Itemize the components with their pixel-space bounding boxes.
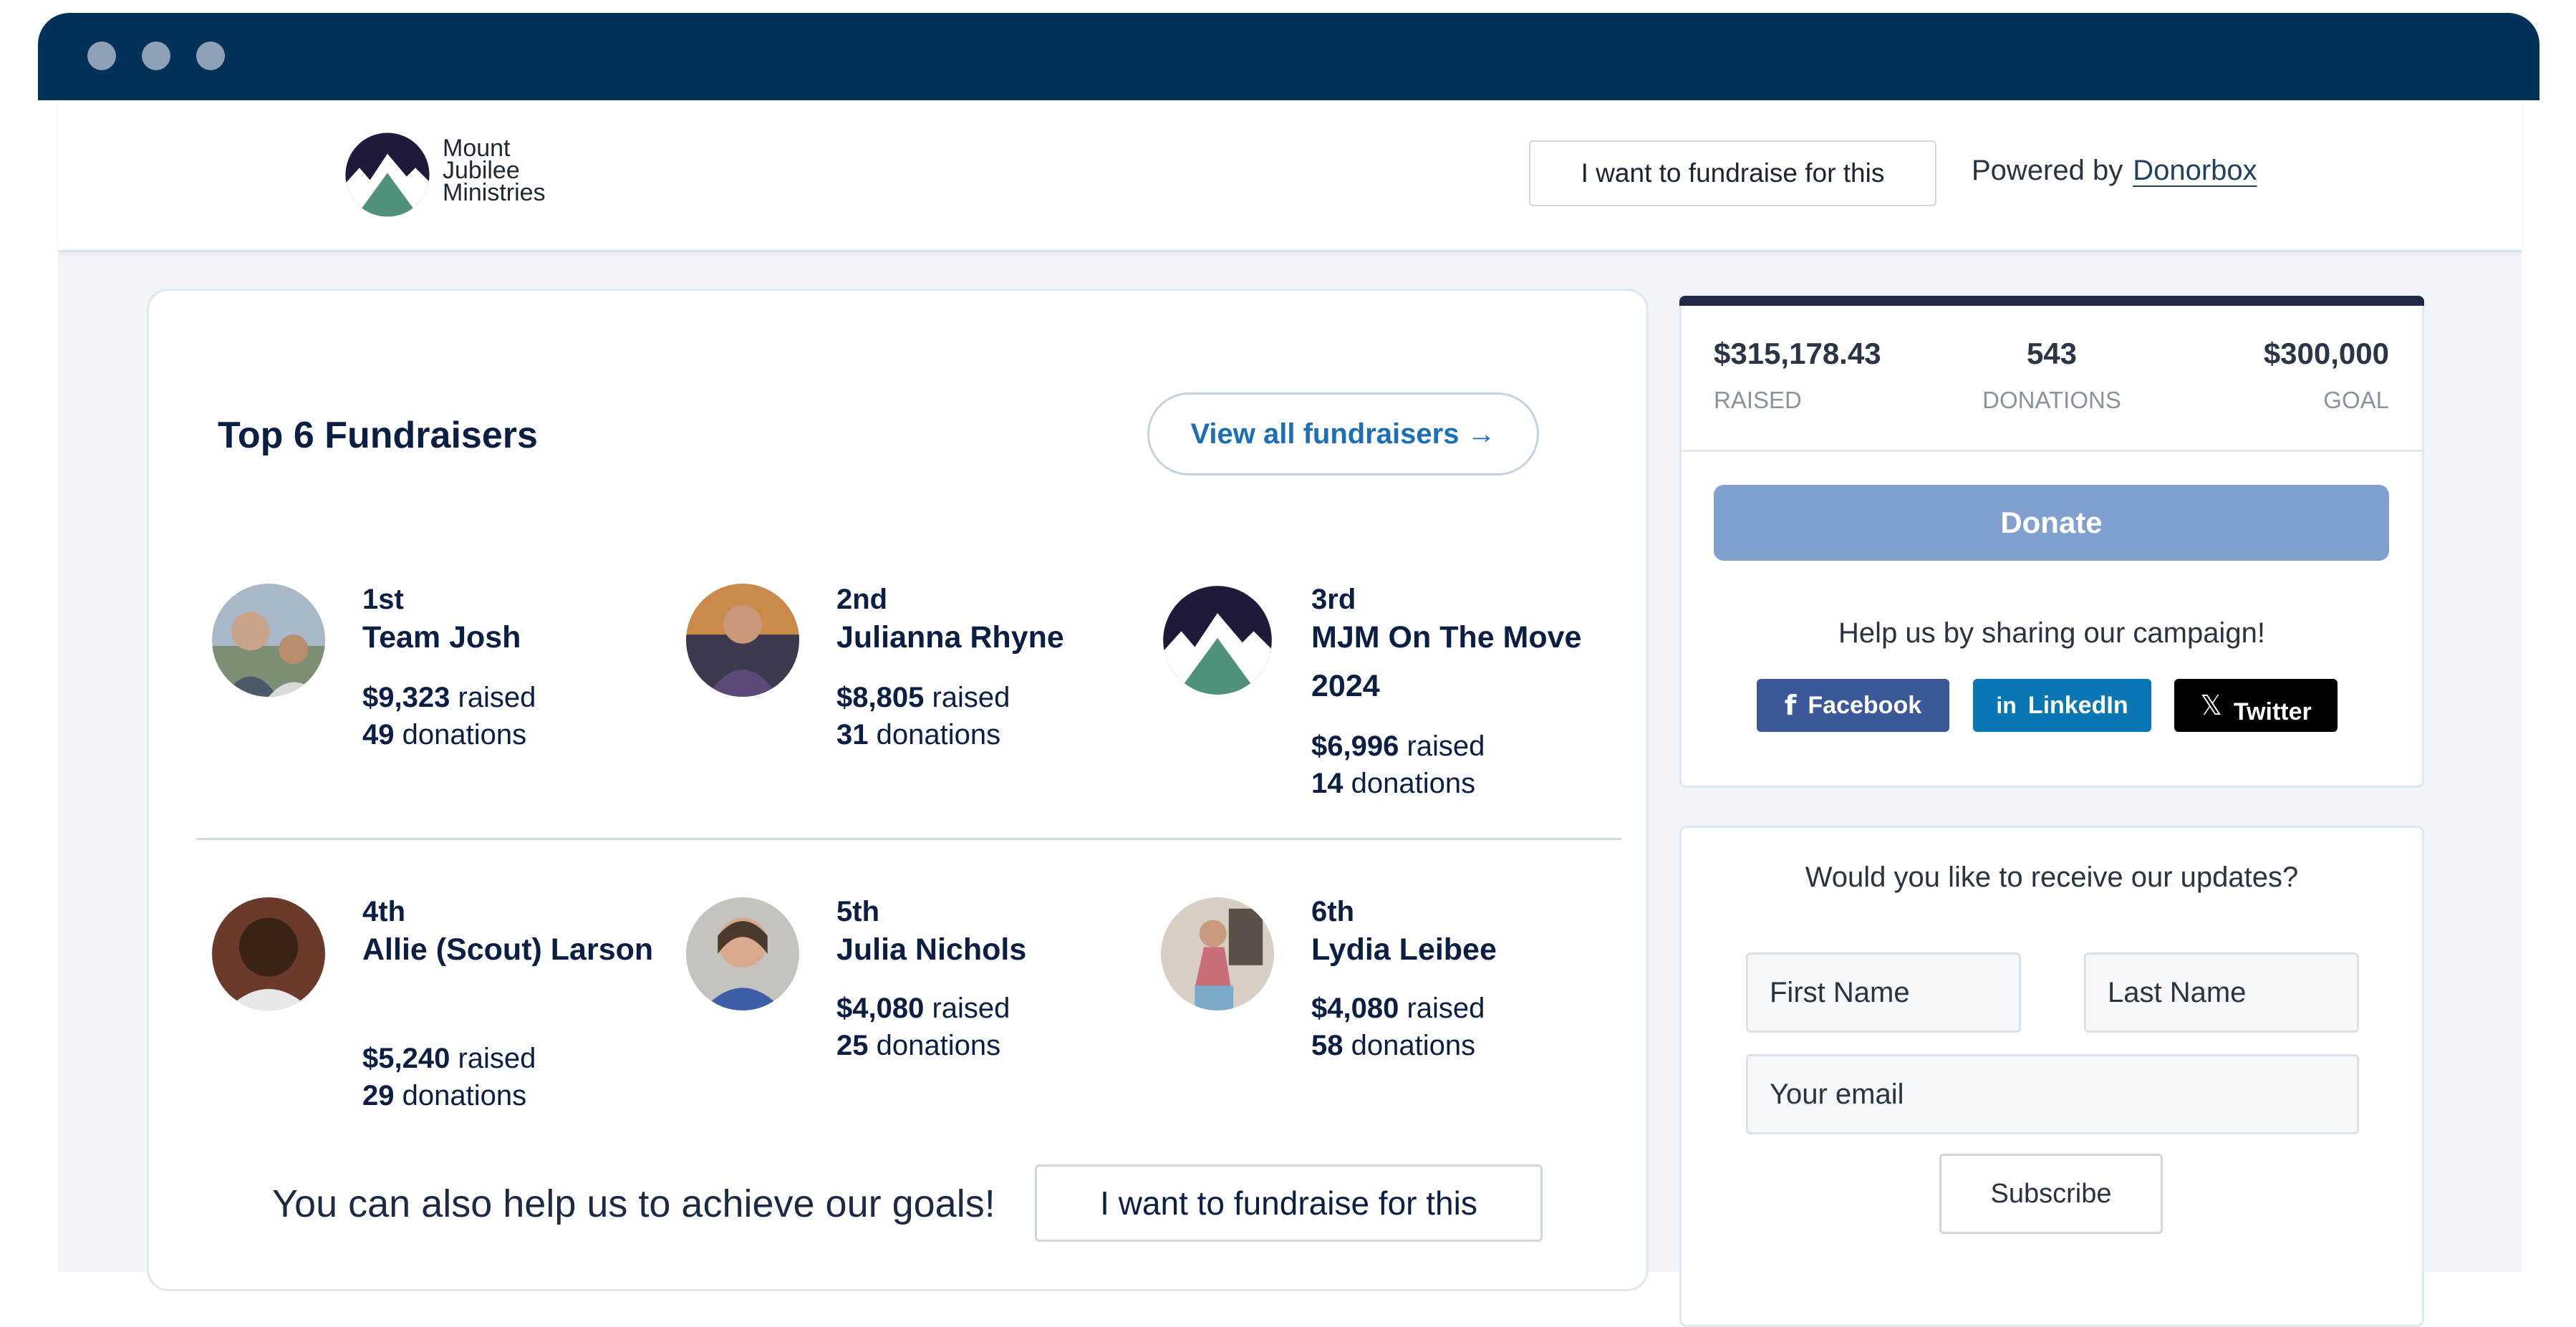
share-campaign-text: Help us by sharing our campaign! — [1838, 617, 2265, 649]
fundraiser-donations: 49 donations — [362, 719, 527, 751]
donate-button[interactable]: Donate — [1714, 485, 2389, 561]
window-maximize-dot[interactable] — [196, 42, 225, 70]
fundraiser-donations: 58 donations — [1311, 1030, 1476, 1061]
photo-avatar-icon — [212, 897, 325, 1010]
donorbox-link[interactable]: Donorbox — [2133, 155, 2257, 186]
photo-avatar-icon — [686, 584, 799, 697]
fundraiser-rank: 3rd — [1311, 584, 1356, 615]
view-all-fundraisers-button[interactable]: View all fundraisers → — [1147, 392, 1539, 476]
window-minimize-dot[interactable] — [142, 42, 170, 70]
fundraiser-amount: $5,240 raised — [362, 1043, 536, 1074]
header-fundraise-button[interactable]: I want to fundraise for this — [1529, 140, 1936, 206]
fundraiser-amount: $6,996 raised — [1311, 730, 1485, 762]
first-name-input[interactable]: First Name — [1746, 952, 2021, 1033]
fundraiser-name[interactable]: Julianna Rhyne — [836, 613, 1137, 662]
stat-raised-value: $315,178.43 — [1714, 337, 1881, 370]
fundraiser-avatar[interactable] — [1161, 897, 1274, 1010]
facebook-icon: f — [1784, 690, 1797, 721]
fundraiser-name[interactable]: Lydia Leibee — [1311, 925, 1612, 974]
stats-card-topbar — [1679, 296, 2424, 306]
subscribe-button[interactable]: Subscribe — [1939, 1154, 2163, 1234]
twitter-share-button[interactable]: 𝕏 Twitter — [2174, 679, 2338, 732]
fundraiser-name[interactable]: Team Josh — [362, 613, 663, 662]
fundraiser-avatar[interactable] — [1161, 584, 1274, 697]
main-fundraise-button[interactable]: I want to fundraise for this — [1035, 1164, 1543, 1242]
also-help-text: You can also help us to achieve our goal… — [272, 1182, 995, 1225]
fundraiser-amount: $4,080 raised — [836, 993, 1010, 1024]
fundraiser-rank: 4th — [362, 896, 405, 927]
fundraiser-name[interactable]: Allie (Scout) Larson — [362, 925, 663, 974]
fundraiser-rank: 2nd — [836, 584, 888, 615]
linkedin-share-button[interactable]: in LinkedIn — [1973, 679, 2151, 732]
org-logo-text: Mount Jubilee Ministries — [443, 135, 546, 206]
stat-goal-label: GOAL — [2323, 387, 2389, 413]
stat-donations-label: DONATIONS — [1982, 387, 2121, 413]
fundraiser-amount: $4,080 raised — [1311, 993, 1485, 1024]
linkedin-icon: in — [1996, 692, 2017, 718]
org-logo-icon[interactable] — [344, 131, 431, 218]
top-fundraisers-title: Top 6 Fundraisers — [218, 415, 538, 456]
fundraiser-avatar[interactable] — [686, 584, 799, 697]
linkedin-label: LinkedIn — [2027, 691, 2128, 719]
fundraiser-avatar[interactable] — [212, 584, 325, 697]
email-input[interactable]: Your email — [1746, 1054, 2359, 1134]
powered-by-label: Powered by — [1972, 155, 2123, 186]
org-logo-icon — [1161, 584, 1274, 697]
facebook-label: Facebook — [1808, 691, 1922, 719]
last-name-input[interactable]: Last Name — [2084, 952, 2359, 1033]
fundraiser-rank: 5th — [836, 896, 879, 927]
browser-titlebar — [38, 13, 2539, 100]
fundraiser-amount: $8,805 raised — [836, 682, 1010, 713]
x-icon: 𝕏 — [2200, 690, 2222, 721]
twitter-label: Twitter — [2233, 698, 2312, 725]
stats-divider — [1682, 450, 2422, 452]
fundraiser-donations: 29 donations — [362, 1080, 527, 1111]
fundraiser-rank: 6th — [1311, 896, 1354, 927]
fundraiser-rank: 1st — [362, 584, 404, 615]
photo-avatar-icon — [1161, 897, 1274, 1010]
fundraiser-donations: 25 donations — [836, 1030, 1001, 1061]
stat-raised-label: RAISED — [1714, 387, 1802, 413]
updates-question: Would you like to receive our updates? — [1805, 862, 2299, 893]
fundraisers-divider — [196, 838, 1621, 840]
fundraiser-avatar[interactable] — [686, 897, 799, 1010]
window-close-dot[interactable] — [87, 42, 116, 70]
fundraiser-name[interactable]: MJM On The Move 2024 — [1311, 613, 1612, 710]
fundraiser-avatar[interactable] — [212, 897, 325, 1010]
stat-goal-value: $300,000 — [2263, 337, 2389, 370]
photo-avatar-icon — [212, 584, 325, 697]
photo-avatar-icon — [686, 897, 799, 1010]
fundraiser-amount: $9,323 raised — [362, 682, 536, 713]
powered-by: Powered by Donorbox — [1972, 155, 2257, 187]
fundraiser-donations: 14 donations — [1311, 768, 1476, 799]
fundraiser-donations: 31 donations — [836, 719, 1001, 751]
stat-donations-value: 543 — [2026, 337, 2078, 370]
facebook-share-button[interactable]: f Facebook — [1757, 679, 1949, 732]
fundraiser-name[interactable]: Julia Nichols — [836, 925, 1137, 974]
